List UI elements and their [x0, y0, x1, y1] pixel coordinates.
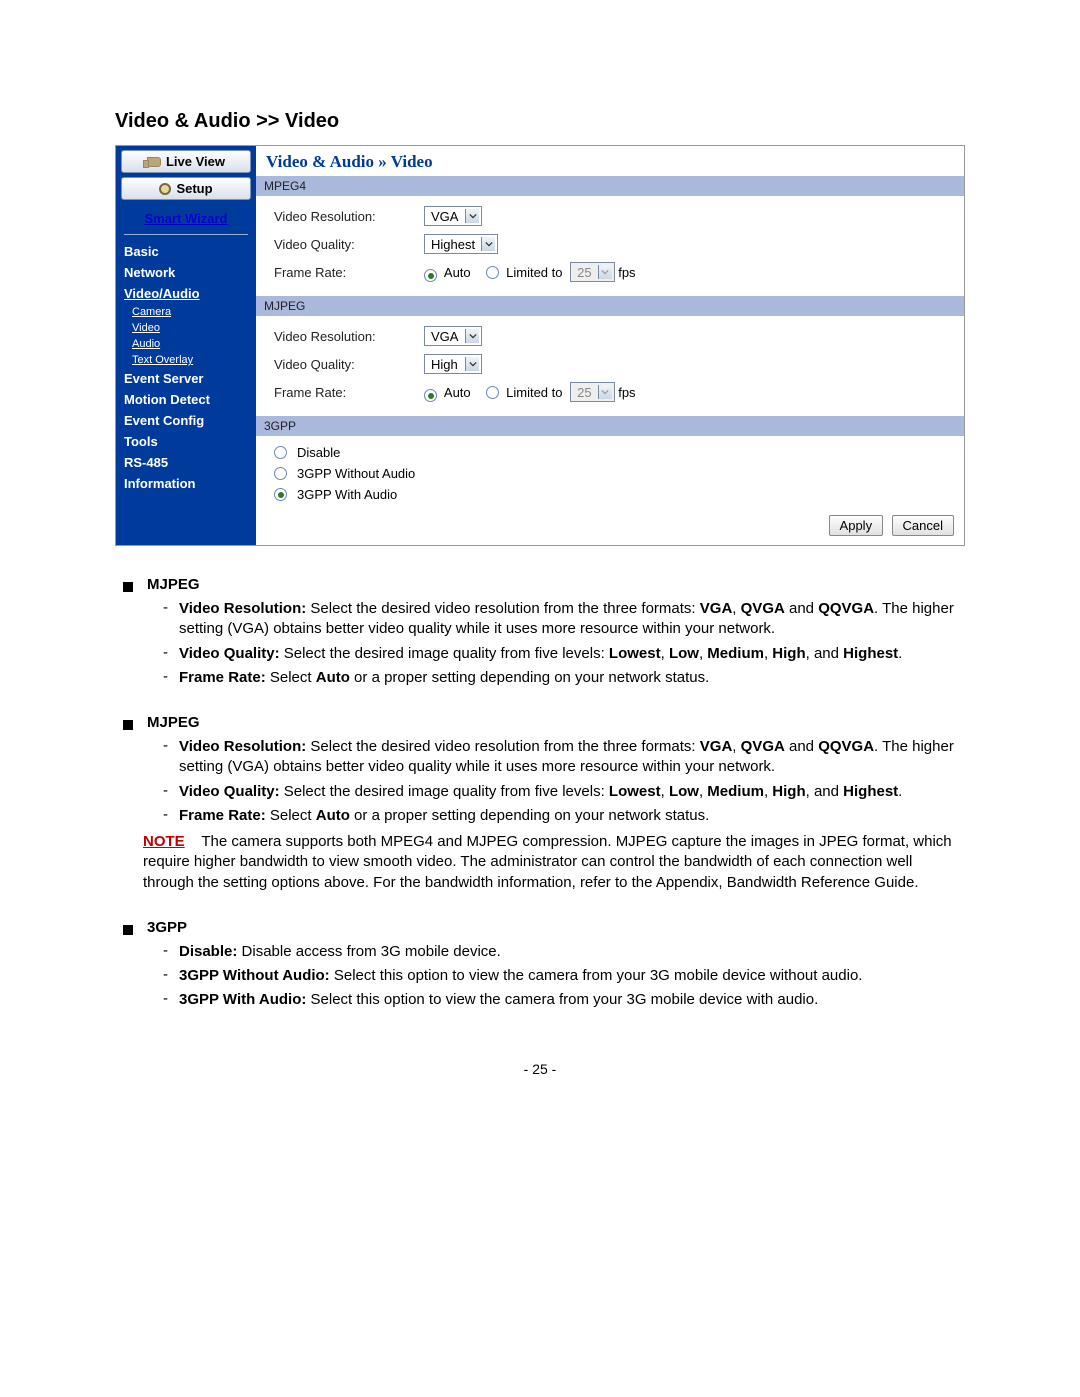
- mpeg4-auto-text: Auto: [444, 265, 471, 280]
- nav-event-config[interactable]: Event Config: [124, 410, 248, 431]
- doc-vr-1: Video Resolution: Select the desired vid…: [179, 599, 965, 640]
- doc-fr-1: Frame Rate: Select Auto or a proper sett…: [179, 668, 965, 688]
- chevron-down-icon: [465, 357, 479, 371]
- setup-button[interactable]: Setup: [121, 177, 251, 200]
- dash-icon: -: [163, 806, 179, 826]
- live-view-label: Live View: [166, 154, 225, 169]
- chevron-down-icon: [481, 237, 495, 251]
- dash-icon: -: [163, 942, 179, 962]
- mjpeg-framerate-label: Frame Rate:: [274, 385, 424, 400]
- nav-event-server[interactable]: Event Server: [124, 368, 248, 389]
- sub-text-overlay[interactable]: Text Overlay: [124, 352, 248, 368]
- doc-disable: Disable: Disable access from 3G mobile d…: [179, 942, 965, 962]
- setup-label: Setup: [176, 181, 212, 196]
- nav-information[interactable]: Information: [124, 473, 248, 494]
- mjpeg-header: MJPEG: [256, 296, 964, 316]
- sub-video[interactable]: Video: [124, 320, 248, 336]
- nav-basic[interactable]: Basic: [124, 241, 248, 262]
- square-bullet-icon: [123, 582, 133, 592]
- mpeg4-framerate-label: Frame Rate:: [274, 265, 424, 280]
- sub-audio[interactable]: Audio: [124, 336, 248, 352]
- doc-fr-2: Frame Rate: Select Auto or a proper sett…: [179, 806, 965, 826]
- note-paragraph: NOTE The camera supports both MPEG4 and …: [143, 832, 965, 893]
- mpeg4-quality-value: Highest: [431, 237, 475, 252]
- chevron-down-icon: [465, 209, 479, 223]
- dash-icon: -: [163, 990, 179, 1010]
- apply-button[interactable]: Apply: [829, 515, 884, 536]
- mjpeg-resolution-label: Video Resolution:: [274, 329, 424, 344]
- content-title: Video & Audio » Video: [256, 146, 964, 176]
- mjpeg-fps-select[interactable]: 25: [570, 382, 614, 402]
- doc-body: MJPEG - Video Resolution: Select the des…: [115, 576, 965, 1011]
- mjpeg-resolution-select[interactable]: VGA: [424, 326, 482, 346]
- mjpeg-fps-unit: fps: [618, 385, 635, 400]
- sidebar: Live View Setup Smart Wizard Basic Netwo…: [116, 146, 256, 545]
- mpeg4-quality-label: Video Quality:: [274, 237, 424, 252]
- mpeg4-fps-select[interactable]: 25: [570, 262, 614, 282]
- dash-icon: -: [163, 644, 179, 664]
- smart-wizard-link[interactable]: Smart Wizard: [124, 206, 248, 235]
- mjpeg-limited-radio[interactable]: [486, 386, 499, 399]
- live-view-button[interactable]: Live View: [121, 150, 251, 173]
- 3gpp-without-radio[interactable]: [274, 467, 287, 480]
- nav-rs485[interactable]: RS-485: [124, 452, 248, 473]
- chevron-down-icon: [598, 385, 612, 399]
- mjpeg-heading-1: MJPEG: [147, 576, 200, 593]
- square-bullet-icon: [123, 720, 133, 730]
- doc-with-audio: 3GPP With Audio: Select this option to v…: [179, 990, 965, 1010]
- dash-icon: -: [163, 737, 179, 778]
- doc-vq-2: Video Quality: Select the desired image …: [179, 782, 965, 802]
- mpeg4-fps-unit: fps: [618, 265, 635, 280]
- sub-camera[interactable]: Camera: [124, 304, 248, 320]
- mpeg4-resolution-select[interactable]: VGA: [424, 206, 482, 226]
- mjpeg-heading-2: MJPEG: [147, 714, 200, 731]
- cancel-button[interactable]: Cancel: [892, 515, 954, 536]
- mjpeg-quality-value: High: [431, 357, 458, 372]
- chevron-down-icon: [465, 329, 479, 343]
- dash-icon: -: [163, 782, 179, 802]
- camera-icon: [147, 157, 161, 167]
- nav-motion-detect[interactable]: Motion Detect: [124, 389, 248, 410]
- mpeg4-resolution-value: VGA: [431, 209, 458, 224]
- mpeg4-limited-text: Limited to: [506, 265, 562, 280]
- nav-tools[interactable]: Tools: [124, 431, 248, 452]
- nav-network[interactable]: Network: [124, 262, 248, 283]
- 3gpp-heading: 3GPP: [147, 919, 187, 936]
- 3gpp-with-radio[interactable]: [274, 488, 287, 501]
- mjpeg-limited-text: Limited to: [506, 385, 562, 400]
- 3gpp-header: 3GPP: [256, 416, 964, 436]
- square-bullet-icon: [123, 925, 133, 935]
- doc-vq-1: Video Quality: Select the desired image …: [179, 644, 965, 664]
- mjpeg-fps-value: 25: [577, 385, 591, 400]
- mjpeg-quality-label: Video Quality:: [274, 357, 424, 372]
- smart-wizard-label: Smart Wizard: [145, 211, 228, 226]
- page-heading: Video & Audio >> Video: [115, 110, 965, 133]
- dash-icon: -: [163, 966, 179, 986]
- mpeg4-limited-radio[interactable]: [486, 266, 499, 279]
- mjpeg-auto-radio[interactable]: [424, 389, 437, 402]
- 3gpp-without-text: 3GPP Without Audio: [297, 466, 415, 481]
- nav-video-audio[interactable]: Video/Audio: [124, 283, 248, 304]
- page-number: - 25 -: [115, 1061, 965, 1077]
- mpeg4-resolution-label: Video Resolution:: [274, 209, 424, 224]
- 3gpp-disable-text: Disable: [297, 445, 340, 460]
- mpeg4-quality-select[interactable]: Highest: [424, 234, 498, 254]
- mpeg4-header: MPEG4: [256, 176, 964, 196]
- mpeg4-auto-radio[interactable]: [424, 269, 437, 282]
- mjpeg-quality-select[interactable]: High: [424, 354, 482, 374]
- gear-icon: [159, 183, 171, 195]
- dash-icon: -: [163, 668, 179, 688]
- 3gpp-disable-radio[interactable]: [274, 446, 287, 459]
- mjpeg-resolution-value: VGA: [431, 329, 458, 344]
- mpeg4-fps-value: 25: [577, 265, 591, 280]
- config-panel: Live View Setup Smart Wizard Basic Netwo…: [115, 145, 965, 546]
- doc-vr-2: Video Resolution: Select the desired vid…: [179, 737, 965, 778]
- dash-icon: -: [163, 599, 179, 640]
- content-area: Video & Audio » Video MPEG4 Video Resolu…: [256, 146, 964, 545]
- 3gpp-with-text: 3GPP With Audio: [297, 487, 397, 502]
- chevron-down-icon: [598, 265, 612, 279]
- doc-without-audio: 3GPP Without Audio: Select this option t…: [179, 966, 965, 986]
- mjpeg-auto-text: Auto: [444, 385, 471, 400]
